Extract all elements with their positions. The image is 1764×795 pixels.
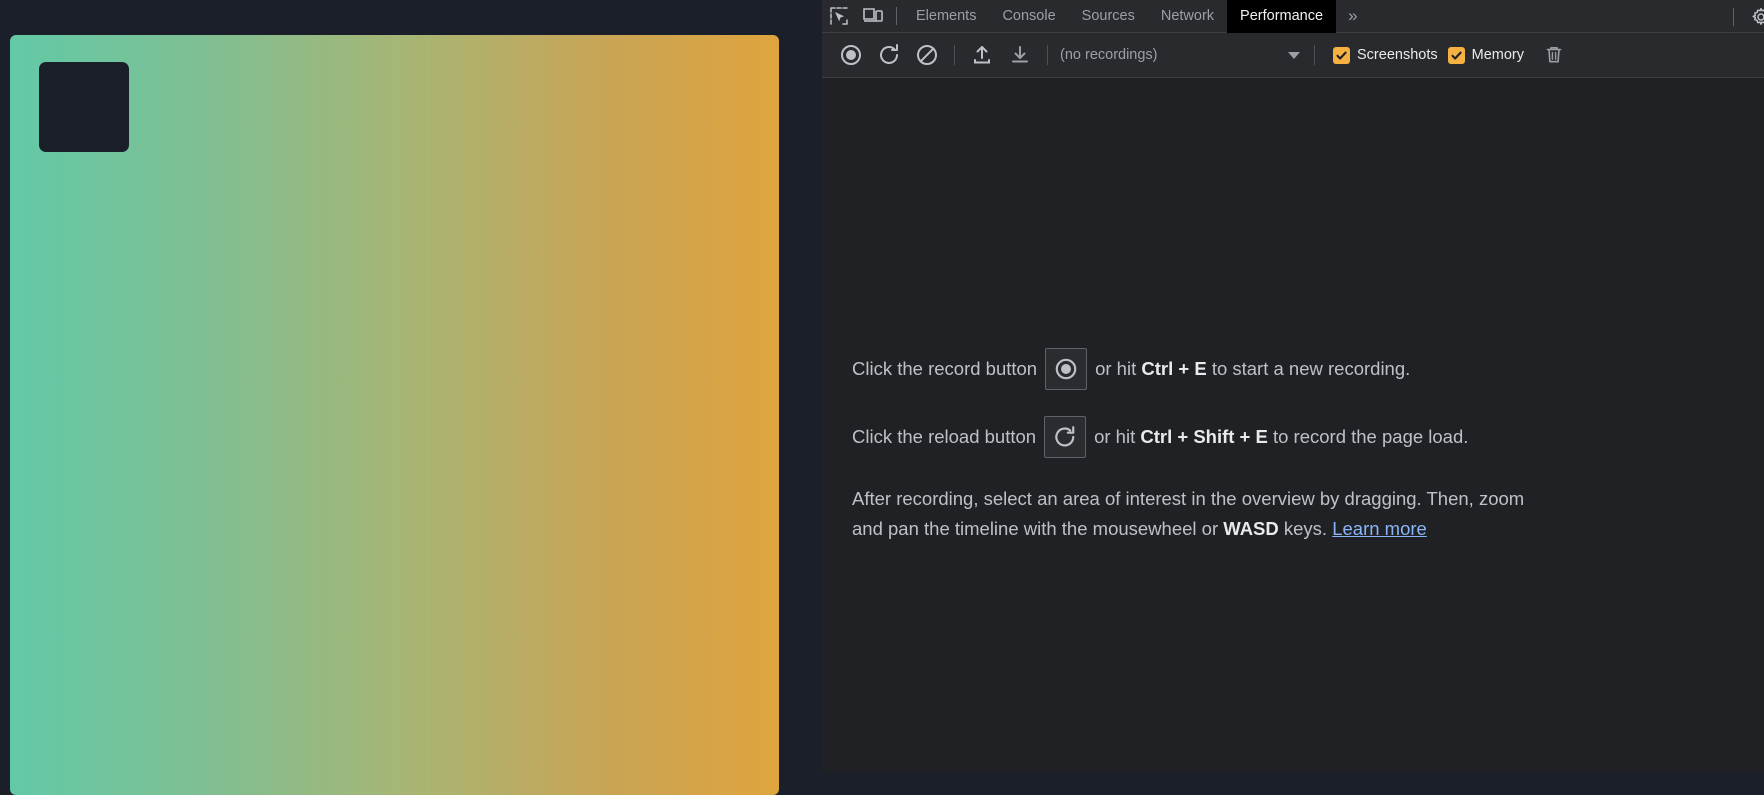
reload-hint-or: or hit [1094,426,1136,448]
checkbox-checked-icon [1333,46,1350,64]
clear-icon[interactable] [908,35,946,75]
record-hint-suffix: to start a new recording. [1211,358,1411,380]
landing-row-reload: Click the reload button or hit Ctrl + Sh… [852,416,1732,458]
reload-hint-suffix: to record the page load. [1272,426,1469,448]
toolbar-divider-2 [1047,45,1048,65]
device-toolbar-icon[interactable] [856,0,890,33]
tabbar-right-divider [1733,7,1734,26]
wasd-shortcut: WASD [1223,517,1279,539]
record-shortcut: Ctrl + E [1141,358,1207,380]
performance-toolbar: (no recordings) Screenshots Memory [822,33,1764,78]
download-icon[interactable] [1001,35,1039,75]
toolbar-divider-1 [954,45,955,65]
recordings-dropdown-value: (no recordings) [1060,47,1158,63]
toolbar-divider-3 [1314,45,1315,65]
gradient-panel-card [39,62,129,152]
screenshots-label: Screenshots [1357,47,1438,63]
tab-performance[interactable]: Performance [1227,0,1337,33]
upload-icon[interactable] [963,35,1001,75]
record-icon[interactable] [832,35,870,75]
learn-more-link[interactable]: Learn more [1332,518,1427,539]
record-hint-prefix: Click the record button [852,358,1038,380]
landing-paragraph-text-2: keys. [1283,517,1328,539]
checkbox-checked-icon [1447,46,1465,64]
tabbar-right-actions [1729,0,1764,33]
memory-checkbox[interactable]: Memory [1447,46,1524,64]
record-hint-or: or hit [1095,358,1137,380]
tab-network[interactable]: Network [1148,0,1227,33]
record-icon[interactable] [1045,348,1088,390]
recordings-dropdown[interactable]: (no recordings) [1056,43,1306,67]
more-tabs-button[interactable]: » [1336,0,1367,33]
gear-icon[interactable] [1744,0,1764,33]
tabbar-divider [896,7,897,25]
devtools-window: Elements Console Sources Network Perform… [822,0,1764,772]
tab-console[interactable]: Console [989,0,1068,33]
performance-landing-panel: Click the record button or hit Ctrl + E … [822,78,1764,772]
memory-label: Memory [1471,47,1524,63]
inspect-element-icon[interactable] [822,0,856,33]
reload-record-icon[interactable] [870,35,908,75]
reload-shortcut: Ctrl + Shift + E [1140,426,1268,448]
trash-icon[interactable] [1538,39,1570,71]
landing-instructions: Click the record button or hit Ctrl + E … [852,348,1732,543]
landing-paragraph: After recording, select an area of inter… [852,484,1552,543]
landing-row-record: Click the record button or hit Ctrl + E … [852,348,1732,390]
gradient-panel [10,35,779,795]
inspected-page-viewport [0,0,822,795]
chevron-down-icon [1288,51,1300,59]
screenshots-checkbox[interactable]: Screenshots [1333,46,1438,64]
reload-record-icon[interactable] [1044,416,1087,458]
reload-hint-prefix: Click the reload button [852,426,1037,448]
tab-sources[interactable]: Sources [1069,0,1148,33]
devtools-tabbar: Elements Console Sources Network Perform… [822,0,1764,33]
tab-elements[interactable]: Elements [903,0,989,33]
